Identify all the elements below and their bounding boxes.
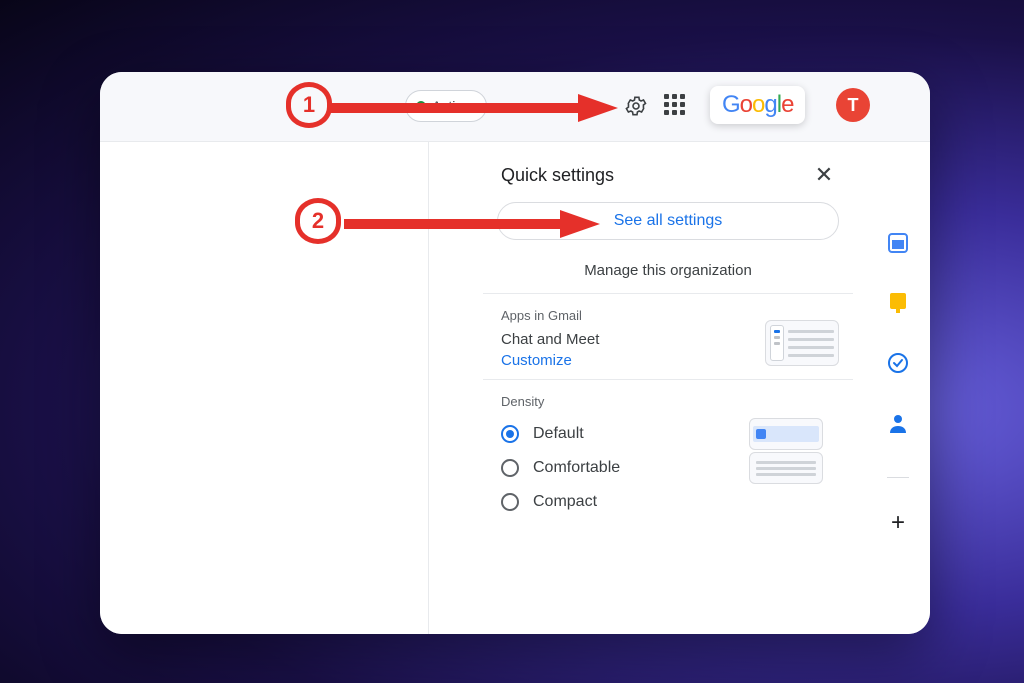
density-thumbnail-comfortable-icon <box>749 452 823 484</box>
density-thumbnail-default-icon <box>749 418 823 450</box>
radio-icon[interactable] <box>501 425 519 443</box>
density-label: Default <box>533 425 584 443</box>
calendar-icon[interactable] <box>887 232 909 254</box>
google-logo: Google <box>710 86 805 124</box>
avatar[interactable]: T <box>836 88 870 122</box>
avatar-initial: T <box>848 95 859 116</box>
apps-preview-thumbnail-icon <box>765 320 839 366</box>
density-label: Comfortable <box>533 459 620 477</box>
density-option-comfortable[interactable]: Comfortable <box>501 451 837 485</box>
see-all-settings-label: See all settings <box>614 212 723 230</box>
density-option-default[interactable]: Default <box>501 417 837 451</box>
keep-icon[interactable] <box>887 292 909 314</box>
app-window: Active Google T Quick settings ✕ See <box>100 72 930 634</box>
annotation-arrow-2-icon <box>344 210 604 246</box>
manage-organization-link[interactable]: Manage this organization <box>483 258 853 294</box>
gear-icon[interactable] <box>622 92 650 120</box>
side-rail: + <box>884 232 912 534</box>
tasks-icon[interactable] <box>887 352 909 374</box>
annotation-arrow-1-icon <box>330 94 620 130</box>
apps-grid-icon[interactable] <box>664 94 688 118</box>
apps-in-gmail-section: Apps in Gmail Chat and Meet Customize <box>483 294 853 380</box>
close-icon[interactable]: ✕ <box>813 164 835 186</box>
contacts-icon[interactable] <box>887 412 909 434</box>
density-section-label: Density <box>501 394 837 409</box>
radio-icon[interactable] <box>501 493 519 511</box>
panel-title: Quick settings <box>501 165 614 186</box>
radio-icon[interactable] <box>501 459 519 477</box>
add-icon[interactable]: + <box>887 512 909 534</box>
density-label: Compact <box>533 493 597 511</box>
panel-header: Quick settings ✕ <box>483 152 853 196</box>
density-option-compact[interactable]: Compact <box>501 485 837 519</box>
density-section: Density Default Comfortable Compact <box>483 380 853 529</box>
divider-rail <box>887 466 909 488</box>
